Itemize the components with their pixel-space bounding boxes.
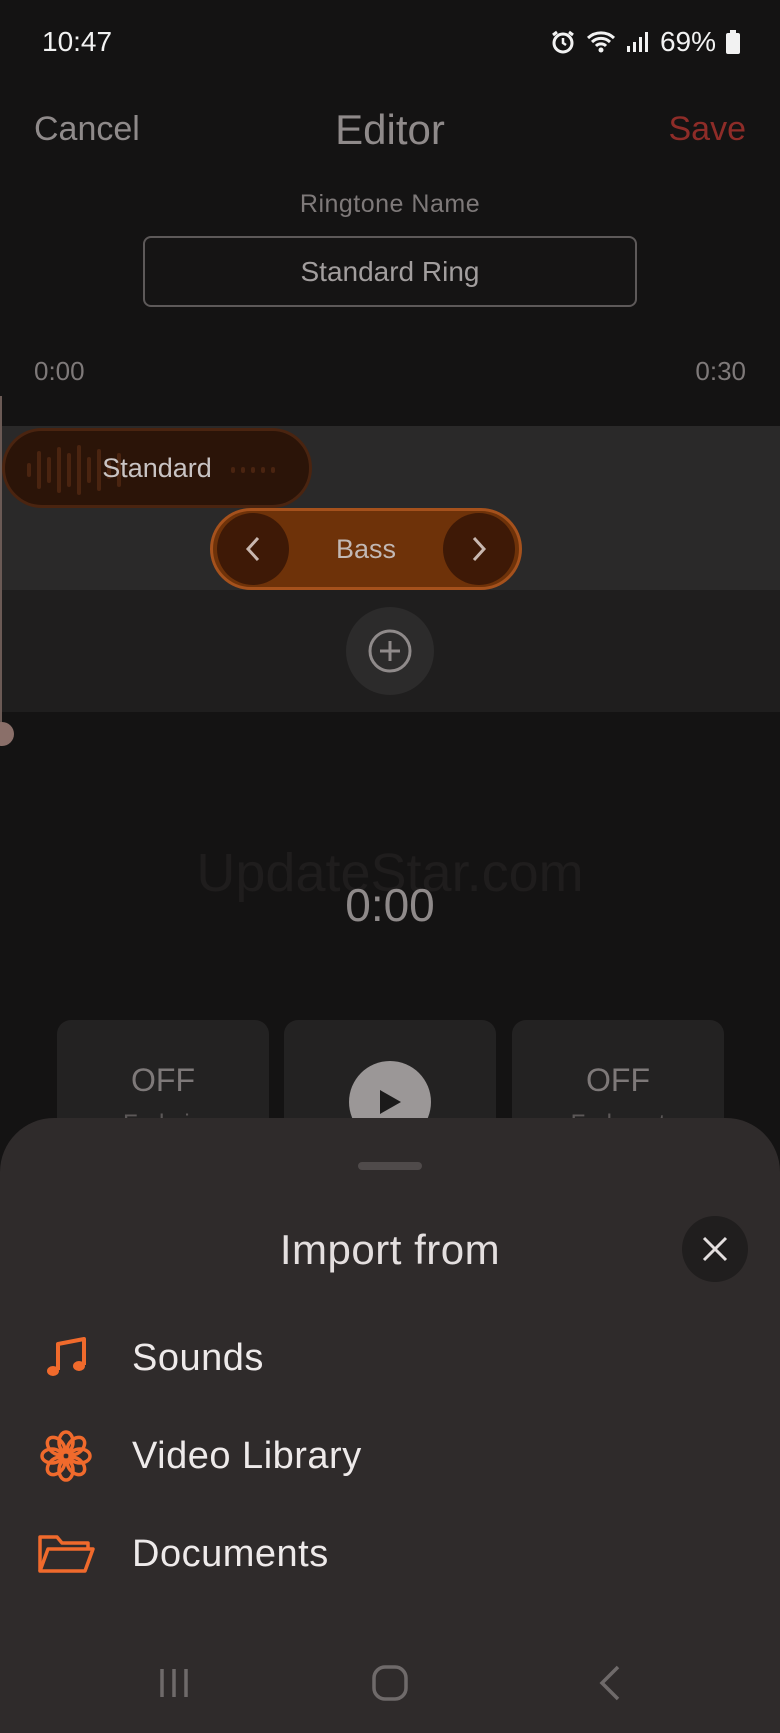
ringtone-name-label: Ringtone Name [299,190,481,218]
save-button[interactable]: Save [669,110,747,149]
flower-icon [40,1430,92,1482]
close-icon [702,1236,728,1262]
status-icons: 69% [550,26,740,58]
import-option-label: Documents [132,1532,329,1575]
folder-icon [38,1535,95,1573]
track-clip-bass[interactable]: Bass [210,508,522,590]
track-label-standard: Standard [102,452,212,483]
import-option-label: Video Library [132,1434,362,1477]
import-option-sounds[interactable]: Sounds [0,1318,780,1398]
playback-time: 0:00 [345,879,435,931]
close-sheet-button[interactable] [682,1216,748,1282]
track-clip-standard[interactable]: Standard [2,428,312,508]
previous-sound-button[interactable] [217,513,289,585]
timeline-end: 0:30 [695,356,746,386]
battery-percent: 69% [659,26,716,57]
sheet-title: Import from [279,1226,501,1273]
back-button[interactable] [584,1658,636,1708]
add-track-button[interactable] [346,607,434,695]
recent-apps-button[interactable] [148,1658,200,1708]
timeline-start: 0:00 [34,356,85,386]
chevron-right-icon [472,536,487,562]
import-option-label: Sounds [132,1336,264,1379]
signal-icon [626,32,648,52]
page-title: Editor [335,106,445,153]
alarm-icon [552,30,574,54]
playhead-line [0,396,2,736]
back-icon [599,1665,620,1701]
status-time: 10:47 [42,26,113,57]
playhead-handle[interactable] [0,722,14,746]
home-icon [372,1665,408,1701]
ringtone-name-input[interactable] [143,236,637,307]
battery-icon [726,30,740,54]
fade-in-state: OFF [131,1062,195,1098]
wifi-icon [586,31,615,53]
recent-apps-icon [160,1669,188,1697]
music-note-icon [47,1337,86,1376]
import-option-documents[interactable]: Documents [0,1514,780,1594]
fade-out-state: OFF [586,1062,650,1098]
chevron-left-icon [245,536,260,562]
home-button[interactable] [364,1658,416,1708]
sheet-drag-handle[interactable] [358,1162,422,1170]
plus-circle-icon [368,629,412,673]
next-sound-button[interactable] [443,513,515,585]
track-label-bass: Bass [335,533,397,564]
play-icon [380,1090,401,1114]
import-option-video-library[interactable]: Video Library [0,1416,780,1496]
